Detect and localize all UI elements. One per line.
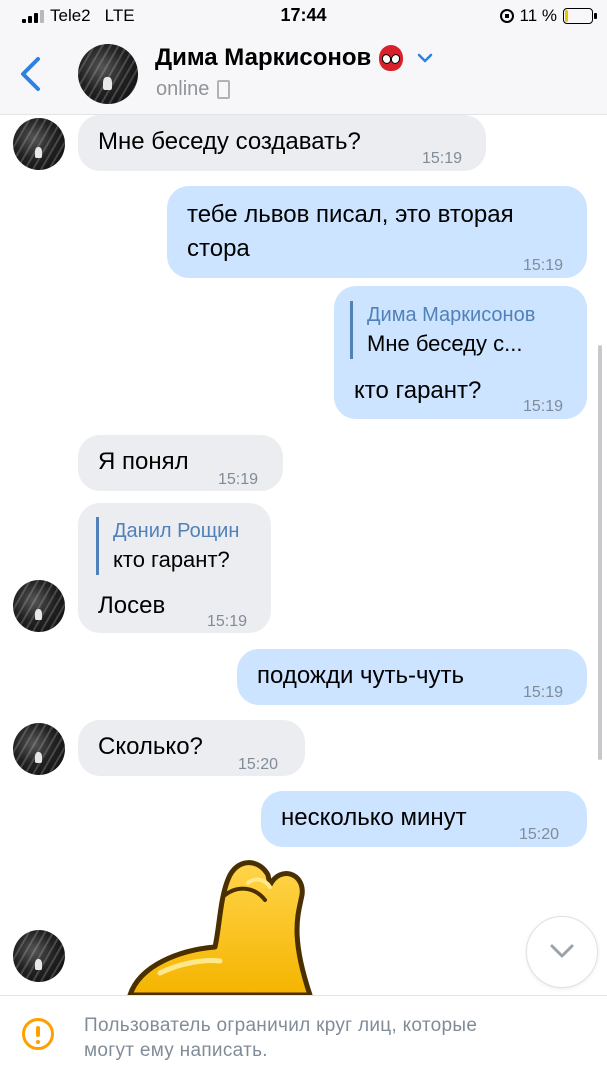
reply-text: кто гарант? <box>113 547 230 572</box>
message-bubble-outgoing-reply[interactable]: Дима Маркисонов Мне беседу с... кто гара… <box>334 286 587 419</box>
notice-line: Пользователь ограничил круг лиц, которые <box>84 1015 478 1036</box>
notice-line: могут ему написать. <box>84 1040 268 1061</box>
reply-author: Дима Маркисонов <box>367 304 536 326</box>
message-text-line: стора <box>187 235 250 262</box>
message-time: 15:19 <box>523 684 564 701</box>
ok-hand-sticker[interactable] <box>120 855 350 1000</box>
message-bubble-incoming-reply[interactable]: Данил Рощин кто гарант? Лосев 15:19 <box>78 503 271 633</box>
message-time: 15:19 <box>207 613 248 630</box>
reply-quote[interactable]: Дима Маркисонов Мне беседу с... <box>350 301 535 359</box>
message-time: 15:19 <box>422 150 463 167</box>
chevron-down-icon <box>550 944 574 958</box>
battery-icon <box>563 8 597 24</box>
message-text: Я понял <box>98 448 189 475</box>
status-bar: Tele2 LTE 17:44 11 % <box>0 0 607 34</box>
message-text: Лосев <box>98 592 166 619</box>
scrollbar[interactable] <box>598 345 602 760</box>
scroll-to-bottom-button[interactable] <box>526 916 598 988</box>
orientation-lock-icon <box>499 9 514 23</box>
message-time: 15:19 <box>523 257 564 274</box>
sender-avatar[interactable] <box>13 118 65 170</box>
notice-text: Пользователь ограничил круг лиц, которые… <box>84 1013 584 1063</box>
message-time: 15:20 <box>519 826 560 843</box>
reply-text: Мне беседу с... <box>367 331 523 356</box>
contact-name: Дима Маркисонов <box>155 44 372 71</box>
back-button[interactable] <box>16 56 44 92</box>
reply-author: Данил Рощин <box>113 520 240 542</box>
contact-name-row[interactable]: Дима Маркисонов <box>155 44 433 72</box>
message-time: 15:19 <box>523 398 564 415</box>
online-label: online <box>156 78 210 100</box>
message-bubble-outgoing[interactable]: тебе львов писал, это вторая стора 15:19 <box>167 186 587 278</box>
message-bubble-outgoing[interactable]: подожди чуть-чуть 15:19 <box>237 649 587 705</box>
message-text: подожди чуть-чуть <box>257 662 465 689</box>
battery-fill <box>565 10 568 22</box>
message-text: несколько минут <box>281 804 467 831</box>
message-bubble-incoming[interactable]: Я понял 15:19 <box>78 435 283 491</box>
chevron-left-icon <box>21 57 40 91</box>
reply-quote[interactable]: Данил Рощин кто гарант? <box>96 517 239 575</box>
message-bubble-outgoing[interactable]: несколько минут 15:20 <box>261 791 587 847</box>
sender-avatar[interactable] <box>13 580 65 632</box>
battery-percent: 11 % <box>519 6 558 25</box>
message-time: 15:19 <box>218 471 259 488</box>
warning-icon <box>22 1018 54 1050</box>
chevron-down-icon[interactable] <box>417 53 433 63</box>
message-text-line: тебе львов писал, это вторая <box>187 201 514 228</box>
mobile-phone-icon <box>217 80 231 99</box>
status-right: 11 % <box>499 6 597 26</box>
message-text: Сколько? <box>98 733 203 760</box>
contact-avatar[interactable] <box>78 44 138 104</box>
message-bubble-incoming[interactable]: Мне беседу создавать? 15:19 <box>78 115 486 171</box>
sender-avatar[interactable] <box>13 723 65 775</box>
message-time: 15:20 <box>238 756 279 773</box>
message-text: кто гарант? <box>354 377 482 404</box>
chat-header: Дима Маркисонов online <box>0 34 607 115</box>
contact-status: online <box>156 78 231 101</box>
message-text: Мне беседу создавать? <box>98 128 361 155</box>
message-bubble-incoming[interactable]: Сколько? 15:20 <box>78 720 305 776</box>
spiderman-emoji-icon <box>379 45 404 71</box>
sender-avatar[interactable] <box>13 930 65 982</box>
restriction-notice: Пользователь ограничил круг лиц, которые… <box>0 995 607 1081</box>
